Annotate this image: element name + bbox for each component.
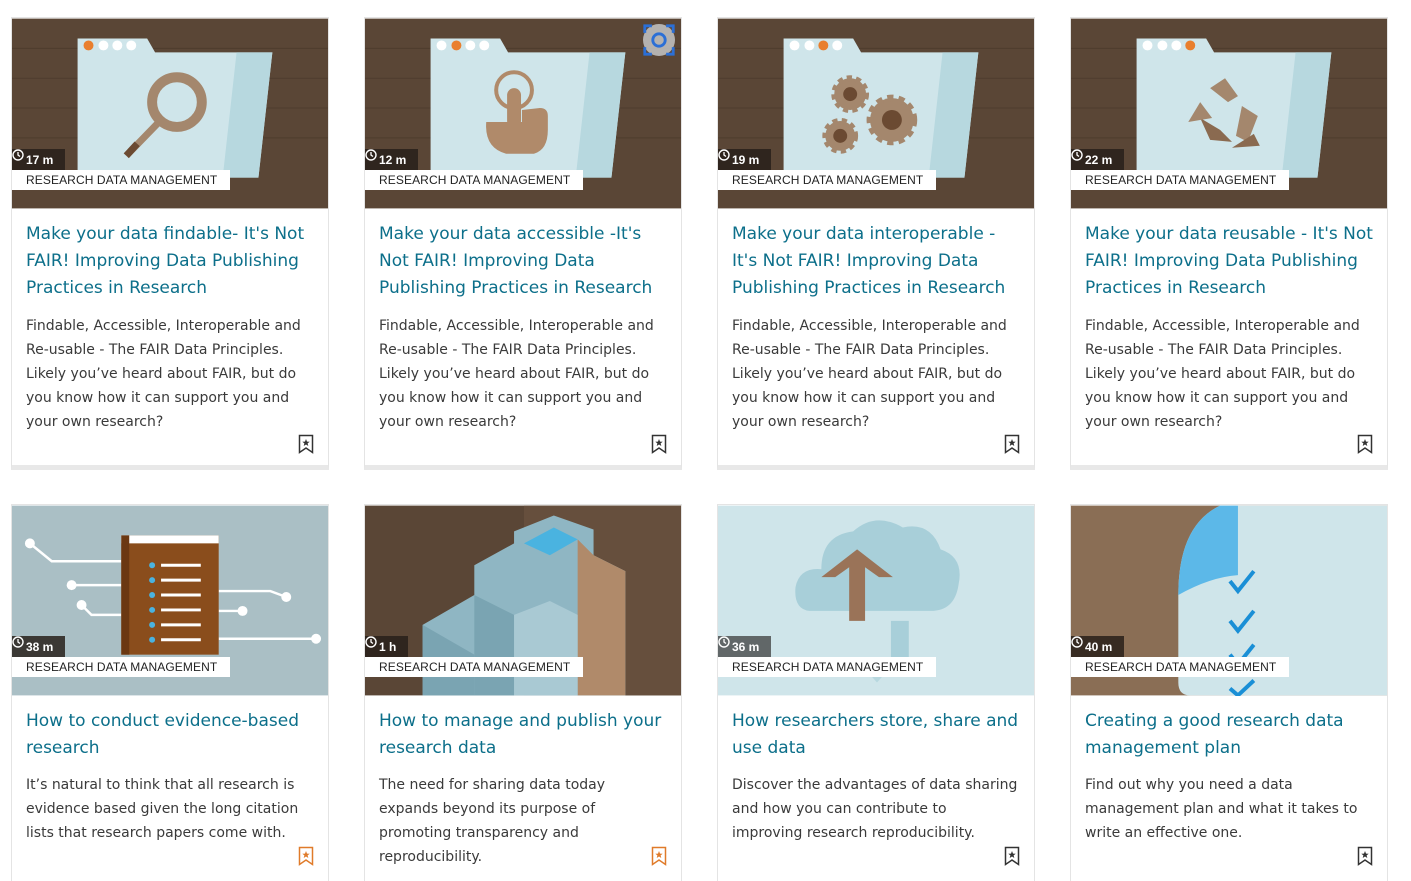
duration-text: 1 h [379, 639, 397, 654]
bookmark-icon [1004, 434, 1020, 454]
duration-text: 17 m [26, 152, 54, 167]
category-tag: RESEARCH DATA MANAGEMENT [365, 657, 583, 677]
bookmark-icon [1004, 846, 1020, 866]
card-thumbnail[interactable]: 19 m RESEARCH DATA MANAGEMENT [718, 18, 1034, 209]
course-card[interactable]: 1 h RESEARCH DATA MANAGEMENT How to mana… [364, 504, 682, 881]
bookmark-button[interactable] [298, 434, 314, 454]
category-tag: RESEARCH DATA MANAGEMENT [12, 657, 230, 677]
bookmark-button[interactable] [1004, 846, 1020, 866]
category-tag: RESEARCH DATA MANAGEMENT [718, 657, 936, 677]
category-tag: RESEARCH DATA MANAGEMENT [365, 170, 583, 190]
category-tag: RESEARCH DATA MANAGEMENT [12, 170, 230, 190]
category-tag: RESEARCH DATA MANAGEMENT [1071, 170, 1289, 190]
card-title[interactable]: Make your data interoperable - It's Not … [732, 221, 1020, 302]
bookmark-icon [1357, 434, 1373, 454]
clock-icon [365, 636, 377, 648]
duration-badge: 22 m [1071, 149, 1125, 170]
card-thumbnail[interactable]: 36 m RESEARCH DATA MANAGEMENT [718, 505, 1034, 696]
card-title[interactable]: How to manage and publish your research … [379, 708, 667, 762]
category-tag: RESEARCH DATA MANAGEMENT [718, 170, 936, 190]
visual-search-button[interactable] [643, 24, 675, 56]
duration-text: 36 m [732, 639, 760, 654]
duration-text: 22 m [1085, 152, 1113, 167]
duration-text: 38 m [26, 639, 54, 654]
clock-icon [1071, 636, 1083, 648]
bookmark-icon [651, 846, 667, 866]
card-title[interactable]: Make your data reusable - It's Not FAIR!… [1085, 221, 1373, 302]
clock-icon [12, 636, 24, 648]
course-card[interactable]: 17 m RESEARCH DATA MANAGEMENT Make your … [11, 17, 329, 470]
category-tag: RESEARCH DATA MANAGEMENT [1071, 657, 1289, 677]
duration-text: 40 m [1085, 639, 1113, 654]
card-description: Findable, Accessible, Interoperable and … [26, 318, 301, 430]
course-card[interactable]: 38 m RESEARCH DATA MANAGEMENT How to con… [11, 504, 329, 881]
card-description: Discover the advantages of data sharing … [732, 777, 1018, 841]
card-description: Findable, Accessible, Interoperable and … [732, 318, 1007, 430]
bookmark-button[interactable] [651, 846, 667, 866]
card-thumbnail[interactable]: 22 m RESEARCH DATA MANAGEMENT [1071, 18, 1387, 209]
card-description: It’s natural to think that all research … [26, 777, 299, 841]
course-card[interactable]: 19 m RESEARCH DATA MANAGEMENT Make your … [717, 17, 1035, 470]
bookmark-icon [298, 846, 314, 866]
card-thumbnail[interactable]: 12 m RESEARCH DATA MANAGEMENT [365, 18, 681, 209]
card-title[interactable]: How researchers store, share and use dat… [732, 708, 1020, 762]
bookmark-icon [1357, 846, 1373, 866]
card-thumbnail[interactable]: 40 m RESEARCH DATA MANAGEMENT [1071, 505, 1387, 696]
card-title[interactable]: Creating a good research data management… [1085, 708, 1373, 762]
course-card[interactable]: 36 m RESEARCH DATA MANAGEMENT How resear… [717, 504, 1035, 881]
card-description: Findable, Accessible, Interoperable and … [379, 318, 654, 430]
bookmark-button[interactable] [651, 434, 667, 454]
clock-icon [365, 149, 377, 161]
duration-badge: 17 m [12, 149, 66, 170]
course-card[interactable]: 40 m RESEARCH DATA MANAGEMENT Creating a… [1070, 504, 1388, 881]
card-description: The need for sharing data today expands … [379, 777, 606, 865]
card-description: Findable, Accessible, Interoperable and … [1085, 318, 1360, 430]
course-card[interactable]: 22 m RESEARCH DATA MANAGEMENT Make your … [1070, 17, 1388, 470]
duration-text: 12 m [379, 152, 407, 167]
card-description: Find out why you need a data management … [1085, 777, 1358, 841]
card-title[interactable]: Make your data findable- It's Not FAIR! … [26, 221, 314, 302]
clock-icon [12, 149, 24, 161]
clock-icon [1071, 149, 1083, 161]
card-thumbnail[interactable]: 1 h RESEARCH DATA MANAGEMENT [365, 505, 681, 696]
card-thumbnail[interactable]: 38 m RESEARCH DATA MANAGEMENT [12, 505, 328, 696]
card-title[interactable]: Make your data accessible -It's Not FAIR… [379, 221, 667, 302]
duration-badge: 19 m [718, 149, 772, 170]
duration-badge: 12 m [365, 149, 419, 170]
bookmark-icon [298, 434, 314, 454]
duration-badge: 1 h [365, 636, 409, 657]
duration-badge: 36 m [718, 636, 772, 657]
card-thumbnail[interactable]: 17 m RESEARCH DATA MANAGEMENT [12, 18, 328, 209]
bookmark-button[interactable] [298, 846, 314, 866]
card-title[interactable]: How to conduct evidence-based research [26, 708, 314, 762]
scan-icon [643, 24, 675, 56]
bookmark-icon [651, 434, 667, 454]
course-card[interactable]: 12 m RESEARCH DATA MANAGEMENT Make your … [364, 17, 682, 470]
bookmark-button[interactable] [1357, 846, 1373, 866]
duration-text: 19 m [732, 152, 760, 167]
duration-badge: 40 m [1071, 636, 1125, 657]
bookmark-button[interactable] [1357, 434, 1373, 454]
clock-icon [718, 636, 730, 648]
bookmark-button[interactable] [1004, 434, 1020, 454]
clock-icon [718, 149, 730, 161]
duration-badge: 38 m [12, 636, 66, 657]
